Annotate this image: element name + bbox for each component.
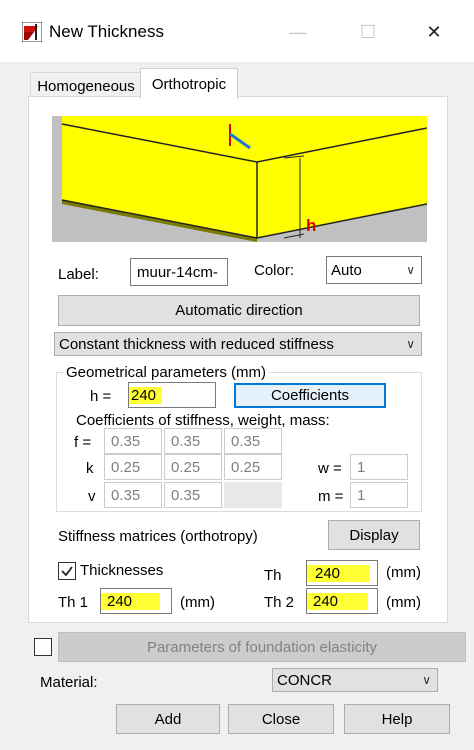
thicknesses-label: Thicknesses: [80, 562, 164, 579]
th1-input[interactable]: 240: [100, 588, 172, 614]
f-label: f =: [74, 434, 92, 451]
th-input-value: 240: [307, 564, 371, 582]
k3-input[interactable]: 0.25: [224, 454, 282, 480]
automatic-direction-button[interactable]: Automatic direction: [58, 295, 420, 326]
coefficients-button[interactable]: Coefficients: [234, 383, 386, 408]
th-input[interactable]: 240: [306, 560, 378, 586]
th-unit: (mm): [386, 564, 421, 581]
label-label: Label:: [58, 266, 99, 283]
geometrical-parameters-title: Geometrical parameters (mm): [64, 364, 269, 381]
th-label: Th: [264, 567, 282, 584]
h-dimension-label: h: [306, 216, 317, 235]
h-input[interactable]: 240: [128, 382, 216, 408]
v2-input[interactable]: 0.35: [164, 482, 222, 508]
th2-input[interactable]: 240: [306, 588, 378, 614]
minimize-icon[interactable]: —: [278, 16, 318, 48]
material-label: Material:: [40, 674, 98, 691]
h-input-value: 240: [129, 386, 163, 404]
maximize-icon[interactable]: ☐: [348, 16, 388, 48]
k1-input[interactable]: 0.25: [104, 454, 162, 480]
th2-input-value: 240: [307, 592, 369, 610]
app-icon: [21, 21, 43, 43]
foundation-elasticity-button[interactable]: Parameters of foundation elasticity: [58, 632, 466, 662]
close-button[interactable]: Close: [228, 704, 334, 734]
th1-input-value: 240: [101, 592, 161, 610]
display-button[interactable]: Display: [328, 520, 420, 550]
label-input[interactable]: muur-14cm-: [130, 258, 228, 286]
v3-placeholder: [224, 482, 282, 508]
v1-input[interactable]: 0.35: [104, 482, 162, 508]
k2-input[interactable]: 0.25: [164, 454, 222, 480]
k-label: k: [86, 460, 94, 477]
f1-input[interactable]: 0.35: [104, 428, 162, 454]
thickness-type-value: Constant thickness with reduced stiffnes…: [59, 335, 334, 353]
close-icon[interactable]: ✕: [414, 16, 454, 48]
chevron-down-icon: ∨: [406, 337, 415, 351]
th2-label: Th 2: [264, 594, 295, 611]
thickness-type-select[interactable]: Constant thickness with reduced stiffnes…: [54, 332, 422, 356]
h-label: h =: [90, 388, 112, 405]
w-input[interactable]: 1: [350, 454, 408, 480]
m-input[interactable]: 1: [350, 482, 408, 508]
tab-homogeneous[interactable]: Homogeneous: [30, 72, 142, 99]
material-select[interactable]: CONCR ∨: [272, 668, 438, 692]
window-title: New Thickness: [49, 22, 164, 41]
chevron-down-icon: ∨: [406, 263, 415, 277]
foundation-checkbox[interactable]: [34, 638, 52, 656]
color-label: Color:: [254, 262, 295, 279]
help-button[interactable]: Help: [344, 704, 450, 734]
tab-orthotropic[interactable]: Orthotropic: [140, 68, 238, 99]
stiffness-matrices-label: Stiffness matrices (orthotropy): [58, 528, 258, 545]
th1-label: Th 1: [58, 594, 89, 611]
checkmark-icon: [61, 566, 73, 577]
color-select-value: Auto: [331, 261, 362, 279]
material-select-value: CONCR: [277, 671, 332, 689]
coefficients-title: Coefficients of stiffness, weight, mass:: [76, 412, 330, 429]
color-select[interactable]: Auto ∨: [326, 256, 422, 284]
th2-unit: (mm): [386, 594, 421, 611]
f2-input[interactable]: 0.35: [164, 428, 222, 454]
m-label: m =: [318, 488, 344, 505]
thicknesses-checkbox[interactable]: [58, 562, 76, 580]
add-button[interactable]: Add: [116, 704, 220, 734]
chevron-down-icon: ∨: [422, 673, 431, 687]
w-label: w =: [318, 460, 342, 477]
f3-input[interactable]: 0.35: [224, 428, 282, 454]
thickness-illustration: h: [52, 116, 428, 242]
th1-unit: (mm): [180, 594, 215, 611]
v-label: v: [88, 488, 96, 505]
title-bar: New Thickness — ☐ ✕: [0, 0, 474, 62]
